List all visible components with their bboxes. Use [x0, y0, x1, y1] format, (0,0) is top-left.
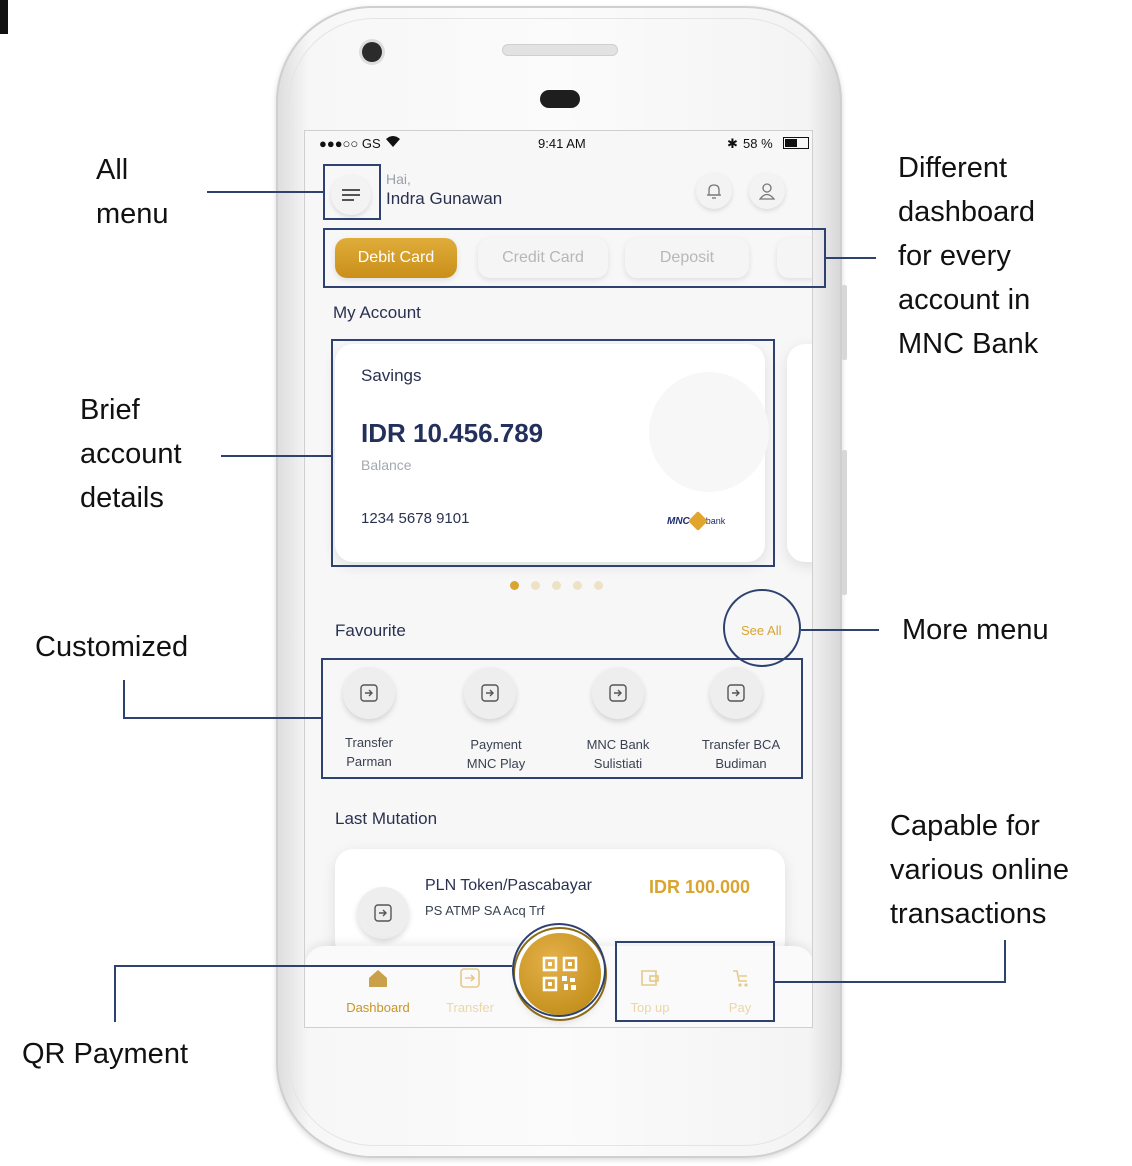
bell-icon [707, 184, 721, 199]
mutation-amount: IDR 100.000 [649, 877, 751, 897]
transfer-icon [357, 887, 409, 939]
proximity-sensor [540, 90, 580, 108]
favourite-title: Favourite [335, 621, 406, 640]
all-menu-annotation: All menu [96, 154, 169, 230]
user-icon [759, 183, 775, 200]
brief-connector [221, 455, 331, 457]
transactions-connector-h [775, 981, 1006, 983]
next-account-card[interactable] [787, 344, 812, 562]
tabs-highlight [323, 228, 826, 288]
earpiece-speaker [502, 44, 618, 56]
nav-dashboard-label: Dashboard [346, 1000, 410, 1015]
corner-mark [0, 0, 8, 34]
dashboard-connector [826, 257, 876, 259]
notification-button[interactable] [696, 173, 732, 209]
battery-percentage: 58 % [743, 136, 773, 151]
customized-connector-v [123, 680, 125, 718]
pagination-dot-5[interactable] [594, 581, 603, 590]
home-icon [369, 970, 387, 987]
user-name: Indra Gunawan [386, 189, 503, 208]
customized-connector-h [123, 717, 321, 719]
mutation-subtitle: PS ATMP SA Acq Trf [425, 903, 545, 918]
see-all-highlight [723, 589, 801, 667]
my-account-title: My Account [333, 303, 421, 322]
carrier-signal: ●●●○○ GS [319, 136, 381, 151]
all-menu-highlight [323, 164, 381, 220]
transactions-annotation: Capable for various online transactions [890, 810, 1069, 930]
more-menu-connector [801, 629, 879, 631]
pagination-dot-4[interactable] [573, 581, 582, 590]
transactions-highlight [615, 941, 775, 1022]
pagination-dot-1[interactable] [510, 581, 519, 590]
qr-connector-v [114, 965, 116, 1022]
wifi-icon [385, 134, 401, 151]
pagination-dot-2[interactable] [531, 581, 540, 590]
dashboard-annotation: Different dashboard for every account in MNC… [898, 152, 1039, 360]
bluetooth-icon: ✱ [727, 136, 738, 151]
status-time: 9:41 AM [538, 136, 586, 151]
all-menu-connector [207, 191, 323, 193]
nav-dashboard[interactable]: Dashboard [343, 967, 413, 1015]
customized-annotation: Customized [35, 631, 189, 663]
account-card-highlight [331, 339, 775, 567]
pagination-dot-3[interactable] [552, 581, 561, 590]
last-mutation-title: Last Mutation [335, 809, 438, 828]
transactions-connector-v [1004, 940, 1006, 982]
power-button [842, 450, 847, 595]
battery-icon [783, 137, 809, 149]
qr-highlight [512, 923, 606, 1017]
transfer-icon [460, 968, 480, 988]
profile-button[interactable] [749, 173, 785, 209]
qr-payment-annotation: QR Payment [22, 1038, 188, 1070]
status-bar: ●●●○○ GS 9:41 AM ✱ 58 % [305, 131, 812, 155]
volume-up-button [842, 285, 847, 360]
greeting-text: Hai, [386, 171, 411, 187]
favourite-highlight [321, 658, 803, 779]
mutation-title: PLN Token/Pascabayar [425, 877, 592, 894]
brief-annotation: Brief account details [80, 394, 182, 514]
qr-connector-h [114, 965, 512, 967]
nav-transfer-label: Transfer [446, 1000, 494, 1015]
front-camera [362, 42, 382, 62]
nav-transfer[interactable]: Transfer [435, 967, 505, 1015]
more-menu-annotation: More menu [902, 614, 1049, 646]
